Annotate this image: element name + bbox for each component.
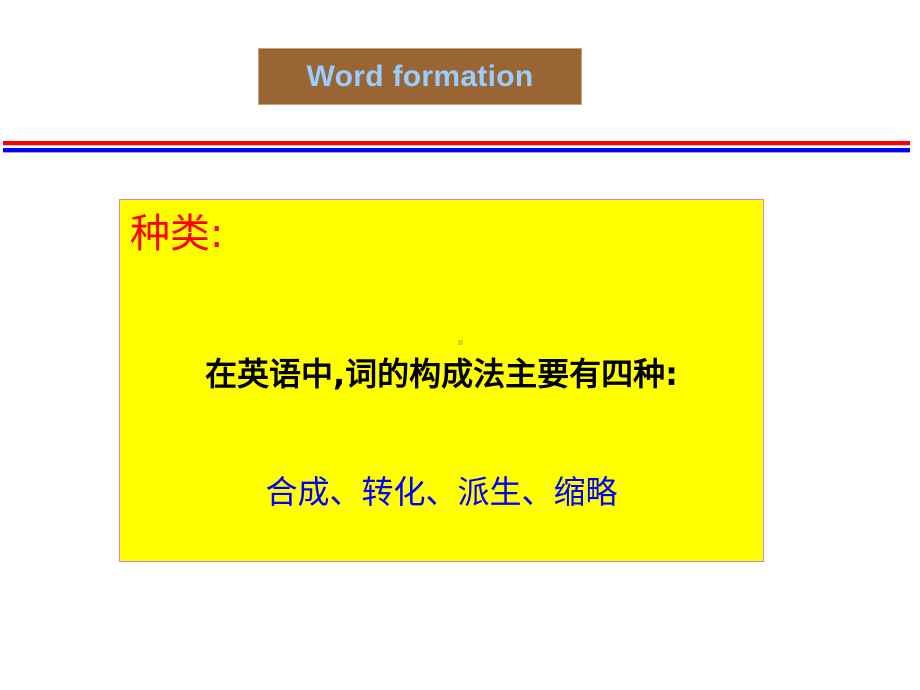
divider-blue	[3, 148, 910, 153]
section-heading: 种类:	[130, 211, 224, 257]
divider-red	[3, 141, 910, 146]
placeholder-marker	[458, 340, 463, 345]
slide-title-box: Word formation	[258, 48, 582, 105]
intro-text: 在英语中,词的构成法主要有四种:	[205, 355, 678, 393]
slide-title: Word formation	[306, 59, 534, 93]
content-box: 种类: 在英语中,词的构成法主要有四种: 合成、转化、派生、缩略	[119, 199, 764, 562]
formation-types: 合成、转化、派生、缩略	[265, 473, 618, 511]
